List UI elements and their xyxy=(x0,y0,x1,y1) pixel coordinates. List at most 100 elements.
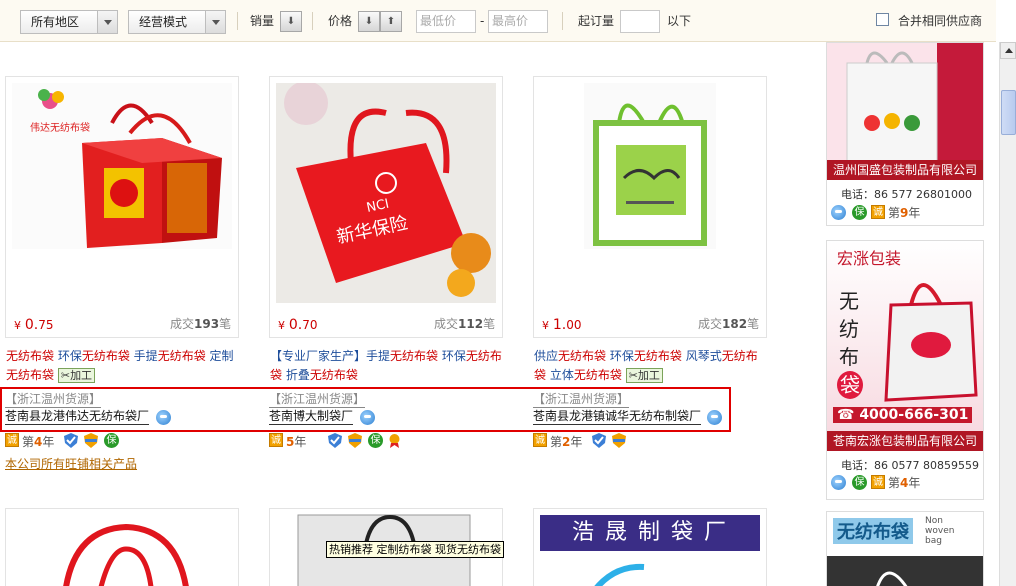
tag-link[interactable]: 环保 xyxy=(54,349,82,363)
product-tags[interactable]: 【专业厂家生产】手提无纺布袋 环保无纺布袋 折叠无纺布袋 xyxy=(270,347,502,385)
vertical-scrollbar[interactable] xyxy=(999,42,1016,586)
moq-input[interactable] xyxy=(620,10,660,33)
tag-link[interactable]: 风琴式 xyxy=(682,349,722,363)
mode-select[interactable]: 经营模式 xyxy=(128,10,226,34)
insurance-badge-icon[interactable]: 保 xyxy=(852,205,867,220)
integrity-badge-icon[interactable]: 诚 xyxy=(269,433,283,447)
product-image[interactable]: NCI 新华保险 xyxy=(276,81,496,303)
svg-text:伟达无纺布袋: 伟达无纺布袋 xyxy=(30,121,90,134)
chevron-down-icon[interactable] xyxy=(97,11,117,33)
verified-shield-icon[interactable] xyxy=(328,433,342,448)
tag-link[interactable]: 无纺布袋 xyxy=(558,349,606,363)
origin-label: 【浙江温州货源】 xyxy=(269,392,366,408)
product-image[interactable]: 伟达无纺布袋 xyxy=(12,83,232,249)
processing-badge: ✂加工 xyxy=(625,368,663,383)
merge-supplier-checkbox[interactable] xyxy=(876,13,889,26)
product-tags[interactable]: 供应无纺布袋 环保无纺布袋 风琴式无纺布袋 立体无纺布袋 ✂加工 xyxy=(534,347,766,385)
sold-count: 成交182笔 xyxy=(698,317,760,331)
price-sort-down-button[interactable]: ⬇ xyxy=(358,11,380,32)
integrity-badge-icon[interactable]: 诚 xyxy=(871,475,885,489)
integrity-badge-icon[interactable]: 诚 xyxy=(5,433,19,447)
ad-image[interactable] xyxy=(827,548,983,586)
mode-select-value: 经营模式 xyxy=(139,15,188,29)
scroll-thumb[interactable] xyxy=(1001,90,1016,135)
tag-link[interactable]: 环保 xyxy=(438,349,466,363)
tag-link[interactable]: 无纺布袋 xyxy=(82,349,130,363)
moq-label: 起订量 xyxy=(578,14,615,28)
ad-subtitle: Non woven bag xyxy=(925,516,955,546)
product-card[interactable]: ¥ 1.00 成交182笔 xyxy=(533,76,767,338)
ad-bag-image xyxy=(884,283,978,402)
max-price-input[interactable]: 最高价 xyxy=(488,10,548,33)
tooltip: 热销推荐 定制纺布袋 现货无纺布袋 xyxy=(326,541,504,558)
arrow-down-icon: ⬇ xyxy=(364,16,374,27)
ad-company-name[interactable]: 苍南宏涨包装制品有限公司 xyxy=(827,431,983,451)
ad-card[interactable]: 温州国盛包装制品有限公司 电话：86 577 26801000 保 诚 第9年 xyxy=(826,42,984,226)
tag-link[interactable]: 无纺布袋 xyxy=(6,349,54,363)
ad-phone: 电话：86 0577 80859559 xyxy=(841,459,979,472)
insurance-badge-icon[interactable]: 保 xyxy=(368,433,383,448)
tag-link[interactable]: 供应 xyxy=(534,349,558,363)
ad-image[interactable] xyxy=(827,43,983,163)
tag-link[interactable]: 立体 xyxy=(546,368,574,382)
insurance-badge-icon[interactable]: 保 xyxy=(852,475,867,490)
chat-icon[interactable] xyxy=(831,475,846,490)
tag-link[interactable]: 定制 xyxy=(206,349,234,363)
verified-shield-icon[interactable] xyxy=(592,433,606,448)
filter-bar: 所有地区 经营模式 销量 ⬇ 价格 ⬇ ⬆ 最低价 - 最高价 起订量 以下 合… xyxy=(0,0,996,42)
product-card[interactable] xyxy=(5,508,239,586)
product-card[interactable]: NCI 新华保险 ¥ 0.70 成交112笔 xyxy=(269,76,503,338)
chat-icon[interactable] xyxy=(707,410,722,425)
tag-link[interactable]: 无纺布袋 xyxy=(390,349,438,363)
membership-years: 第2年 xyxy=(550,435,583,449)
product-tags[interactable]: 无纺布袋 环保无纺布袋 手提无纺布袋 定制无纺布袋 ✂加工 xyxy=(6,347,238,385)
tag-link[interactable]: 无纺布袋 xyxy=(574,368,622,382)
processing-badge: ✂加工 xyxy=(57,368,96,383)
company-link[interactable]: 苍南博大制袋厂 xyxy=(269,407,354,425)
ad-card[interactable]: 宏涨包装 无纺布 袋 ☎ 4000-666-301 苍南宏涨包装制品有限公司 电… xyxy=(826,240,984,500)
integrity-badge-icon[interactable]: 诚 xyxy=(871,205,885,219)
tag-link[interactable]: 无纺布袋 xyxy=(310,368,358,382)
tag-link[interactable]: 无纺布袋 xyxy=(6,368,54,382)
ad-title: 无纺布袋 xyxy=(833,518,913,544)
tag-link[interactable]: 环保 xyxy=(606,349,634,363)
sales-label: 销量 xyxy=(250,14,275,28)
tag-link[interactable]: 无纺布袋 xyxy=(634,349,682,363)
divider xyxy=(237,12,238,30)
chat-icon[interactable] xyxy=(360,410,375,425)
product-card[interactable]: 浩 晟 制 袋 厂 xyxy=(533,508,767,586)
membership-years: 5年 xyxy=(286,435,307,449)
membership-years: 第9年 xyxy=(888,206,921,220)
integrity-badge-icon[interactable]: 诚 xyxy=(533,433,547,447)
guarantee-shield-icon[interactable] xyxy=(612,433,626,448)
product-card[interactable]: 伟达无纺布袋 ¥ 0.75 成交193笔 xyxy=(5,76,239,338)
company-link[interactable]: 苍南县龙港伟达无纺布袋厂 xyxy=(5,407,150,425)
ad-company-name[interactable]: 温州国盛包装制品有限公司 xyxy=(827,160,983,180)
price-sort-up-button[interactable]: ⬆ xyxy=(380,11,402,32)
tag-link[interactable]: 折叠 xyxy=(282,368,310,382)
ad-card[interactable]: 无纺布袋 Non woven bag xyxy=(826,511,984,586)
price-label: 价格 xyxy=(328,14,353,28)
chevron-down-icon[interactable] xyxy=(205,11,225,33)
tag-link[interactable]: 手提 xyxy=(130,349,158,363)
tag-link[interactable]: 【专业厂家生产】手提 xyxy=(270,349,390,363)
tag-link[interactable]: 无纺布袋 xyxy=(158,349,206,363)
product-image[interactable] xyxy=(6,509,238,586)
arrow-up-icon: ⬆ xyxy=(386,16,396,27)
company-link[interactable]: 苍南县龙港镇诚华无纺布制袋厂 xyxy=(533,407,702,425)
min-price-input[interactable]: 最低价 xyxy=(416,10,476,33)
medal-icon[interactable] xyxy=(388,433,401,448)
verified-shield-icon[interactable] xyxy=(64,433,78,448)
insurance-badge-icon[interactable]: 保 xyxy=(104,433,119,448)
price: ¥ 0.75 xyxy=(14,317,54,333)
guarantee-shield-icon[interactable] xyxy=(348,433,362,448)
all-shop-products-link[interactable]: 本公司所有旺铺相关产品 xyxy=(5,455,137,472)
chat-icon[interactable] xyxy=(156,410,171,425)
sales-sort-down-button[interactable]: ⬇ xyxy=(280,11,302,32)
chat-icon[interactable] xyxy=(831,205,846,220)
price-dash: - xyxy=(480,14,485,28)
region-select[interactable]: 所有地区 xyxy=(20,10,118,34)
scroll-up-arrow-icon[interactable] xyxy=(1000,42,1016,59)
product-image[interactable] xyxy=(584,83,716,249)
guarantee-shield-icon[interactable] xyxy=(84,433,98,448)
